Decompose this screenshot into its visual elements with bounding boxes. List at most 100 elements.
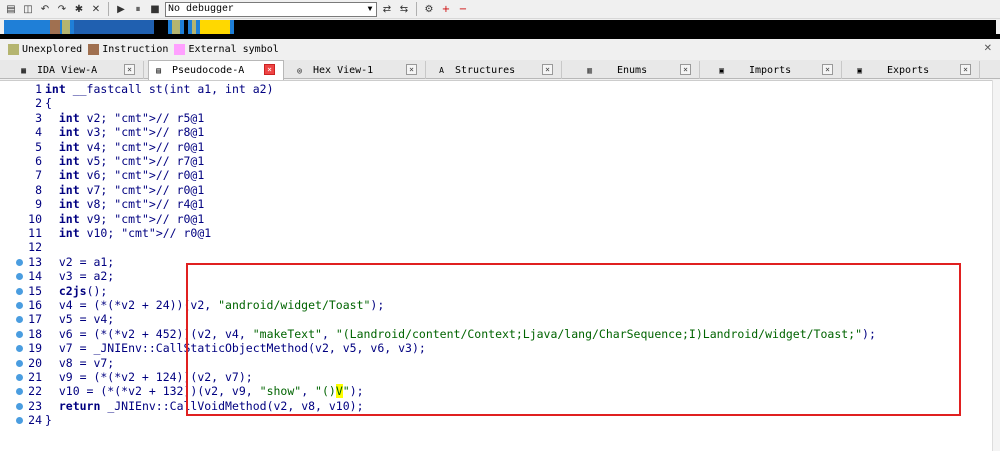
legend-item-instruction: Instruction — [88, 43, 168, 55]
code-text: int v2; "cmt">// r5@1 — [58, 110, 205, 125]
tab-label: Hex View-1 — [313, 64, 374, 76]
tab-hex-view-1[interactable]: ◎ Hex View-1 × — [290, 61, 426, 79]
tab-label: Imports — [749, 64, 792, 76]
code-line[interactable]: 9 int v8; "cmt">// r4@1 — [0, 197, 990, 211]
code-text: c2js(); — [58, 283, 108, 298]
tab-label: Enums — [617, 64, 648, 76]
tab-enums[interactable]: ▥ Enums × — [580, 61, 700, 79]
line-number: 6 — [35, 154, 42, 168]
code-text: v7 = _JNIEnv::CallStaticObjectMethod(v2,… — [45, 341, 426, 356]
code-line[interactable]: 3 int v2; "cmt">// r5@1 — [0, 111, 990, 125]
line-number: 20 — [28, 355, 42, 370]
chevron-down-icon: ▼ — [367, 4, 373, 14]
code-line[interactable]: 14 v3 = a2; — [0, 269, 990, 283]
imports-icon: ▣ — [719, 65, 724, 75]
code-line[interactable]: 22 v10 = (*(*v2 + 132))(v2, v9, "show", … — [0, 384, 990, 399]
nav-segment — [200, 20, 230, 34]
code-line[interactable]: 13 v2 = a1; — [0, 255, 990, 269]
line-number: 13 — [28, 254, 42, 269]
code-text: int v8; "cmt">// r4@1 — [58, 197, 205, 212]
legend-swatch — [88, 43, 100, 55]
breakpoint-icon[interactable]: ✱ — [72, 2, 86, 16]
line-number: 5 — [35, 139, 42, 154]
legend-label: Unexplored — [22, 43, 83, 55]
nav-segment — [234, 20, 996, 34]
code-line[interactable]: 18 v6 = (*(*v2 + 452))(v2, v4, "makeText… — [0, 327, 990, 341]
legend-swatch — [174, 43, 186, 55]
settings-icon[interactable]: ⚙ — [422, 2, 436, 16]
tab-label: Structures — [455, 64, 516, 76]
hex-icon: ◎ — [297, 65, 302, 75]
line-number: 4 — [35, 125, 42, 140]
code-line[interactable]: 7 int v6; "cmt">// r0@1 — [0, 168, 990, 182]
code-line[interactable]: 8 int v7; "cmt">// r0@1 — [0, 183, 990, 197]
forward-icon[interactable]: ↷ — [55, 2, 69, 16]
stop-icon[interactable]: ■ — [148, 2, 162, 16]
debugger-select[interactable]: No debugger ▼ — [165, 1, 377, 17]
pause-icon[interactable]: ⏸ — [131, 2, 145, 16]
line-number: 3 — [35, 110, 42, 125]
legend-swatch — [8, 43, 19, 55]
tab-structures[interactable]: A Structures × — [432, 61, 562, 79]
detach-icon[interactable]: ⇆ — [397, 2, 411, 16]
navigation-band[interactable] — [4, 20, 996, 34]
legend-close-icon[interactable]: ✕ — [984, 43, 992, 54]
tab-close-icon[interactable]: × — [680, 64, 691, 75]
vertical-scrollbar[interactable] — [992, 80, 1000, 451]
line-number: 12 — [28, 240, 42, 255]
code-line[interactable]: 12 — [0, 240, 990, 254]
tab-close-icon[interactable]: × — [264, 64, 275, 75]
code-text: } — [45, 413, 52, 428]
code-text: int v10; "cmt">// r0@1 — [58, 226, 212, 240]
tab-pseudocode-a[interactable]: ▤ Pseudocode-A × — [148, 60, 284, 80]
code-text: v2 = a1; — [45, 254, 115, 269]
line-number: 15 — [28, 283, 42, 298]
structures-icon: A — [439, 65, 444, 75]
code-line[interactable]: 6 int v5; "cmt">// r7@1 — [0, 154, 990, 168]
tab-imports[interactable]: ▣ Imports × — [712, 61, 842, 79]
line-number: 9 — [35, 197, 42, 212]
tab-exports[interactable]: ▣ Exports × — [850, 61, 980, 79]
enums-icon: ▥ — [587, 65, 592, 75]
code-line[interactable]: 1 int __fastcall st(int a1, int a2) — [0, 82, 990, 96]
code-line[interactable]: 19 v7 = _JNIEnv::CallStaticObjectMethod(… — [0, 341, 990, 355]
legend: Unexplored Instruction External symbol — [8, 42, 279, 56]
nav-segment — [172, 20, 180, 34]
remove-icon[interactable]: − — [456, 2, 470, 16]
code-line[interactable]: 24} — [0, 413, 990, 427]
code-line[interactable]: 15 c2js(); — [0, 284, 990, 298]
line-number: 7 — [35, 168, 42, 183]
tab-close-icon[interactable]: × — [542, 64, 553, 75]
line-number: 10 — [28, 211, 42, 226]
save-icon[interactable]: ◫ — [21, 2, 35, 16]
add-icon[interactable]: + — [439, 2, 453, 16]
code-line[interactable]: 5 int v4; "cmt">// r0@1 — [0, 140, 990, 154]
tab-bar: ▦ IDA View-A × ▤ Pseudocode-A × ◎ Hex Vi… — [0, 60, 1000, 80]
code-text: v5 = v4; — [45, 312, 115, 327]
tab-close-icon[interactable]: × — [124, 64, 135, 75]
code-line[interactable]: 11 int v10; "cmt">// r0@1 — [0, 226, 990, 240]
code-line[interactable]: 17 v5 = v4; — [0, 312, 990, 326]
legend-item-unexplored: Unexplored — [8, 43, 83, 55]
tab-ida-view-a[interactable]: ▦ IDA View-A × — [14, 61, 144, 79]
code-line[interactable]: 4 int v3; "cmt">// r8@1 — [0, 125, 990, 139]
attach-icon[interactable]: ⇄ — [380, 2, 394, 16]
tab-close-icon[interactable]: × — [406, 64, 417, 75]
code-line[interactable]: 10 int v9; "cmt">// r0@1 — [0, 212, 990, 226]
tab-close-icon[interactable]: × — [960, 64, 971, 75]
code-line[interactable]: 16 v4 = (*(*v2 + 24))(v2, "android/widge… — [0, 298, 990, 312]
code-line[interactable]: 21 v9 = (*(*v2 + 124))(v2, v7); — [0, 370, 990, 384]
code-line[interactable]: 23 return _JNIEnv::CallVoidMethod(v2, v8… — [0, 399, 990, 413]
toolbar-separator — [108, 2, 109, 16]
code-text: v8 = v7; — [45, 355, 115, 370]
open-icon[interactable]: ▤ — [4, 2, 18, 16]
code-line[interactable]: 2{ — [0, 96, 990, 110]
pseudocode-view[interactable]: 1 int __fastcall st(int a1, int a2) 2{3 in… — [0, 80, 1000, 451]
line-number: 18 — [28, 326, 42, 341]
close-icon[interactable]: ✕ — [89, 2, 103, 16]
code-line[interactable]: 20 v8 = v7; — [0, 356, 990, 370]
code-text: v4 = (*(*v2 + 24))(v2, "android/widget/T… — [45, 298, 385, 312]
back-icon[interactable]: ↶ — [38, 2, 52, 16]
play-icon[interactable]: ▶ — [114, 2, 128, 16]
tab-close-icon[interactable]: × — [822, 64, 833, 75]
